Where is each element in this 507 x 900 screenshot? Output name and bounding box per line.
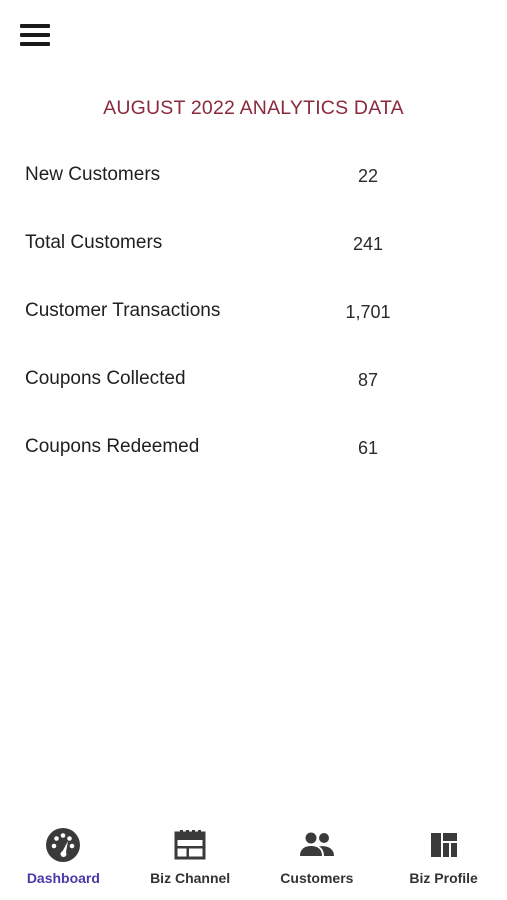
grid-layout-icon	[425, 826, 463, 864]
tab-biz-profile[interactable]: Biz Profile	[380, 820, 507, 900]
stat-row-new-customers: New Customers 22	[0, 154, 507, 222]
stat-value: 241	[352, 234, 384, 254]
tab-biz-channel[interactable]: Biz Channel	[127, 820, 254, 900]
tab-label: Customers	[280, 870, 354, 886]
stat-value: 1,701	[345, 302, 391, 322]
stat-value: 61	[357, 438, 379, 458]
tab-dashboard[interactable]: Dashboard	[0, 820, 127, 900]
page-title: AUGUST 2022 ANALYTICS DATA	[103, 97, 404, 119]
stat-value: 22	[357, 166, 379, 186]
stat-row-coupons-redeemed: Coupons Redeemed 61	[0, 426, 507, 494]
stat-row-customer-transactions: Customer Transactions 1,701	[0, 290, 507, 358]
analytics-stats-list: New Customers 22 Total Customers 241 Cus…	[0, 154, 507, 494]
people-icon	[298, 826, 336, 864]
stat-label: Coupons Collected	[25, 368, 186, 389]
tab-label: Biz Profile	[409, 870, 478, 886]
dashboard-gauge-icon	[44, 826, 82, 864]
stat-label: Customer Transactions	[25, 300, 221, 321]
bottom-tab-bar: Dashboard Biz Channel Customers Biz Prof…	[0, 820, 507, 900]
stat-value: 87	[357, 370, 379, 390]
hamburger-menu-icon[interactable]	[20, 24, 52, 50]
calendar-icon	[171, 826, 209, 864]
stat-label: Coupons Redeemed	[25, 436, 200, 457]
tab-label: Biz Channel	[150, 870, 231, 886]
tab-label: Dashboard	[26, 870, 100, 886]
stat-label: New Customers	[25, 164, 161, 185]
stat-label: Total Customers	[25, 232, 163, 253]
tab-customers[interactable]: Customers	[254, 820, 381, 900]
stat-row-total-customers: Total Customers 241	[0, 222, 507, 290]
stat-row-coupons-collected: Coupons Collected 87	[0, 358, 507, 426]
